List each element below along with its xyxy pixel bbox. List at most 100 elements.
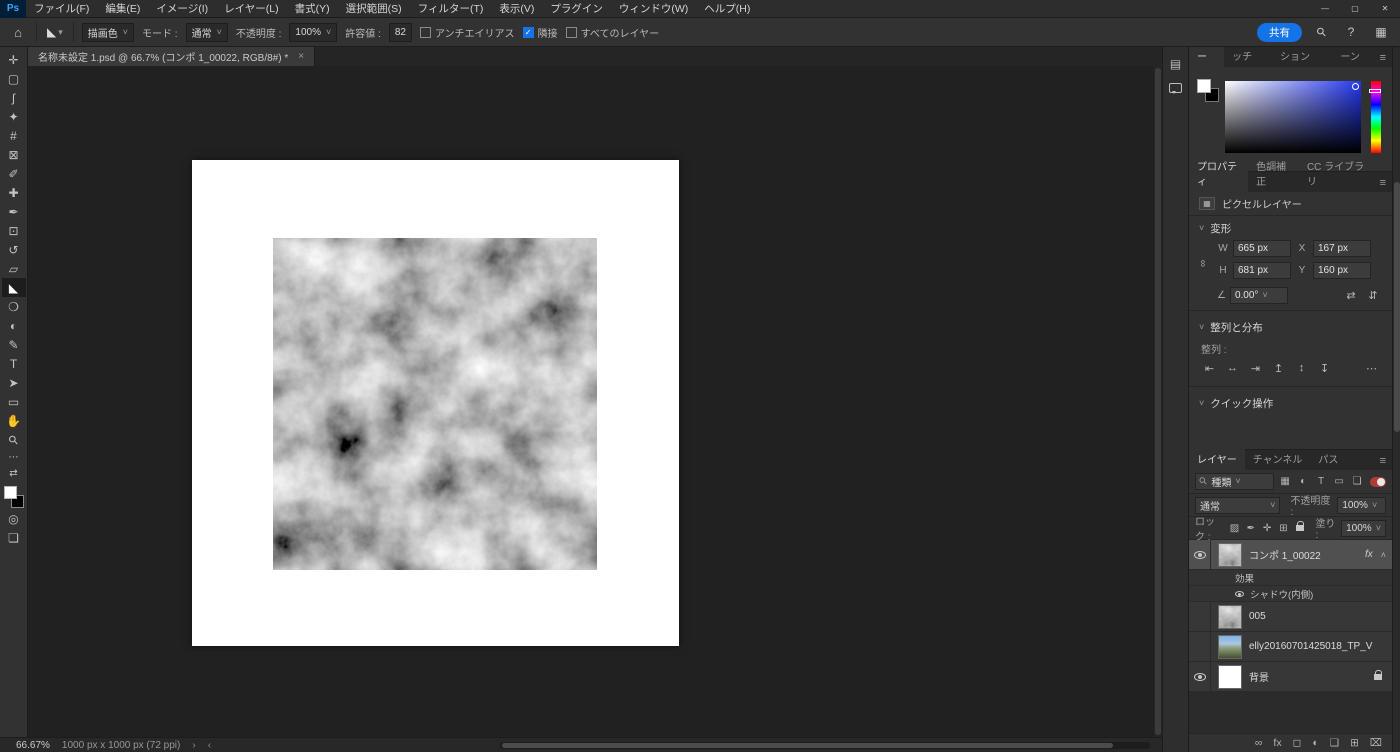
frame-tool[interactable]: ⊠ (2, 145, 26, 164)
document-tab[interactable]: 名称未設定 1.psd @ 66.7% (コンポ 1_00022, RGB/8#… (28, 47, 316, 66)
all-layers-checkbox[interactable]: すべてのレイヤー (565, 25, 659, 40)
tab-paths[interactable]: パス (1310, 448, 1346, 470)
home-icon[interactable]: ⌂ (8, 25, 28, 40)
status-next-icon[interactable]: › (192, 740, 195, 751)
dodge-tool[interactable]: ◐ (2, 316, 26, 335)
align-section-header[interactable]: ˅ 整列と分布 (1189, 315, 1392, 339)
align-bottom-icon[interactable]: ↧ (1316, 360, 1333, 376)
scrollbar-thumb[interactable] (502, 743, 1113, 748)
status-prev-icon[interactable]: ‹ (208, 740, 211, 751)
layer-row-005[interactable]: 005 (1189, 602, 1392, 632)
panel-menu-icon[interactable]: ≡ (1374, 52, 1392, 67)
layer-name[interactable]: elly20160701425018_TP_V (1249, 641, 1372, 652)
hue-slider[interactable] (1369, 81, 1381, 153)
zoom-tool[interactable]: ⚲ (2, 430, 26, 449)
blur-tool[interactable]: ❍ (2, 297, 26, 316)
menu-item-select[interactable]: 選択範囲(S) (338, 0, 410, 18)
visibility-toggle[interactable] (1189, 662, 1211, 691)
visibility-toggle[interactable] (1189, 540, 1211, 569)
flip-horizontal-icon[interactable]: ⇄ (1342, 288, 1360, 304)
collapsed-comments-panel-icon[interactable] (1169, 83, 1182, 94)
menu-item-window[interactable]: ウィンドウ(W) (611, 0, 696, 18)
panel-scrollbar[interactable] (1392, 47, 1400, 752)
antialias-checkbox[interactable]: アンチエイリアス (419, 25, 515, 40)
document-canvas[interactable] (192, 160, 679, 646)
foreground-background-swatches[interactable] (3, 485, 25, 509)
link-dimensions-icon[interactable]: ∞ (1197, 260, 1208, 267)
add-layer-style-icon[interactable]: fx (1273, 737, 1281, 749)
quick-selection-tool[interactable]: ✦ (2, 107, 26, 126)
pen-tool[interactable]: ✎ (2, 335, 26, 354)
layer-row-compo[interactable]: コンポ 1_00022 fx ˄ (1189, 540, 1392, 570)
new-group-icon[interactable]: ❏ (1330, 737, 1339, 749)
layer-thumbnail[interactable] (1218, 634, 1242, 659)
menu-item-edit[interactable]: 編集(E) (97, 0, 148, 18)
add-adjustment-layer-icon[interactable]: ◐ (1312, 737, 1318, 749)
link-layers-icon[interactable]: ∞ (1255, 737, 1263, 749)
effects-row[interactable]: 効果 (1189, 570, 1392, 586)
align-right-icon[interactable]: ⇥ (1247, 360, 1264, 376)
screen-mode-icon[interactable]: ❏ (2, 528, 26, 547)
menu-item-file[interactable]: ファイル(F) (26, 0, 97, 18)
quick-mask-icon[interactable]: ◎ (2, 509, 26, 528)
swap-colors-icon[interactable]: ⇄ (2, 465, 26, 481)
layer-effects-badge[interactable]: fx (1365, 549, 1373, 560)
layer-thumbnail[interactable] (1218, 664, 1242, 689)
scrollbar-thumb[interactable] (1155, 68, 1161, 735)
close-button[interactable]: ✕ (1370, 0, 1400, 18)
path-selection-tool[interactable]: ➤ (2, 373, 26, 392)
tab-close-icon[interactable]: × (298, 51, 304, 62)
transform-section-header[interactable]: ˅ 変形 (1189, 216, 1392, 240)
hue-slider-marker[interactable] (1369, 89, 1381, 93)
menu-item-type[interactable]: 書式(Y) (287, 0, 338, 18)
eye-icon[interactable] (1235, 590, 1244, 597)
align-left-icon[interactable]: ⇤ (1201, 360, 1218, 376)
layer-name[interactable]: 005 (1249, 611, 1266, 622)
opacity-input[interactable]: 100% ˅ (289, 22, 338, 42)
maximize-button[interactable]: ▢ (1340, 0, 1370, 18)
workspace-switcher-icon[interactable]: ▦ (1370, 25, 1392, 39)
layer-blend-mode-select[interactable]: 通常 ˅ (1195, 496, 1281, 514)
width-input[interactable]: 665 px (1233, 240, 1291, 257)
menu-item-view[interactable]: 表示(V) (491, 0, 542, 18)
layer-filter-kind-select[interactable]: ⚲ 種類 ˅ (1195, 473, 1275, 490)
lasso-tool[interactable]: ʃ (2, 88, 26, 107)
shape-tool[interactable]: ▭ (2, 392, 26, 411)
layer-thumbnail[interactable] (1218, 604, 1242, 629)
tab-layers[interactable]: レイヤー (1189, 448, 1245, 470)
align-center-horizontal-icon[interactable]: ↔ (1224, 360, 1241, 376)
move-tool[interactable]: ✛ (2, 50, 26, 69)
search-icon[interactable]: ⚲ (1310, 24, 1332, 40)
foreground-color-swatch[interactable] (1197, 79, 1211, 93)
add-layer-mask-icon[interactable]: ◻ (1293, 737, 1302, 749)
filter-smart-object-icon[interactable]: ❏ (1350, 476, 1364, 487)
filter-shape-layers-icon[interactable]: ▭ (1332, 476, 1346, 487)
type-tool[interactable]: T (2, 354, 26, 373)
layer-name[interactable]: 背景 (1249, 669, 1269, 684)
quick-actions-header[interactable]: ˅ クイック操作 (1189, 391, 1392, 415)
color-picker-marker[interactable] (1352, 83, 1359, 90)
eraser-tool[interactable]: ▱ (2, 259, 26, 278)
collapsed-properties-panel-icon[interactable]: ▤ (1170, 57, 1181, 71)
lock-all-icon[interactable] (1294, 520, 1305, 534)
delete-layer-icon[interactable]: ⌧ (1370, 737, 1382, 749)
lock-transparency-icon[interactable]: ▨ (1229, 523, 1240, 534)
hand-tool[interactable]: ✋ (2, 411, 26, 430)
menu-item-plugins[interactable]: プラグイン (542, 0, 611, 18)
brush-tool[interactable]: ✒ (2, 202, 26, 221)
height-input[interactable]: 681 px (1233, 262, 1291, 279)
layer-opacity-input[interactable]: 100% ˅ (1337, 496, 1386, 514)
lock-artboard-icon[interactable]: ⊞ (1278, 523, 1289, 534)
help-icon[interactable]: ? (1340, 25, 1362, 39)
marquee-tool[interactable]: ▢ (2, 69, 26, 88)
filter-adjustment-layers-icon[interactable]: ◐ (1296, 476, 1310, 487)
menu-item-image[interactable]: イメージ(I) (148, 0, 216, 18)
menu-item-help[interactable]: ヘルプ(H) (696, 0, 758, 18)
fill-source-select[interactable]: 描画色 ˅ (81, 22, 135, 42)
healing-brush-tool[interactable]: ✚ (2, 183, 26, 202)
minimize-button[interactable]: — (1310, 0, 1340, 18)
color-panel-swatches[interactable] (1197, 79, 1221, 105)
align-top-icon[interactable]: ↥ (1270, 360, 1287, 376)
history-brush-tool[interactable]: ↺ (2, 240, 26, 259)
inner-shadow-row[interactable]: シャドウ(内側) (1189, 586, 1392, 602)
